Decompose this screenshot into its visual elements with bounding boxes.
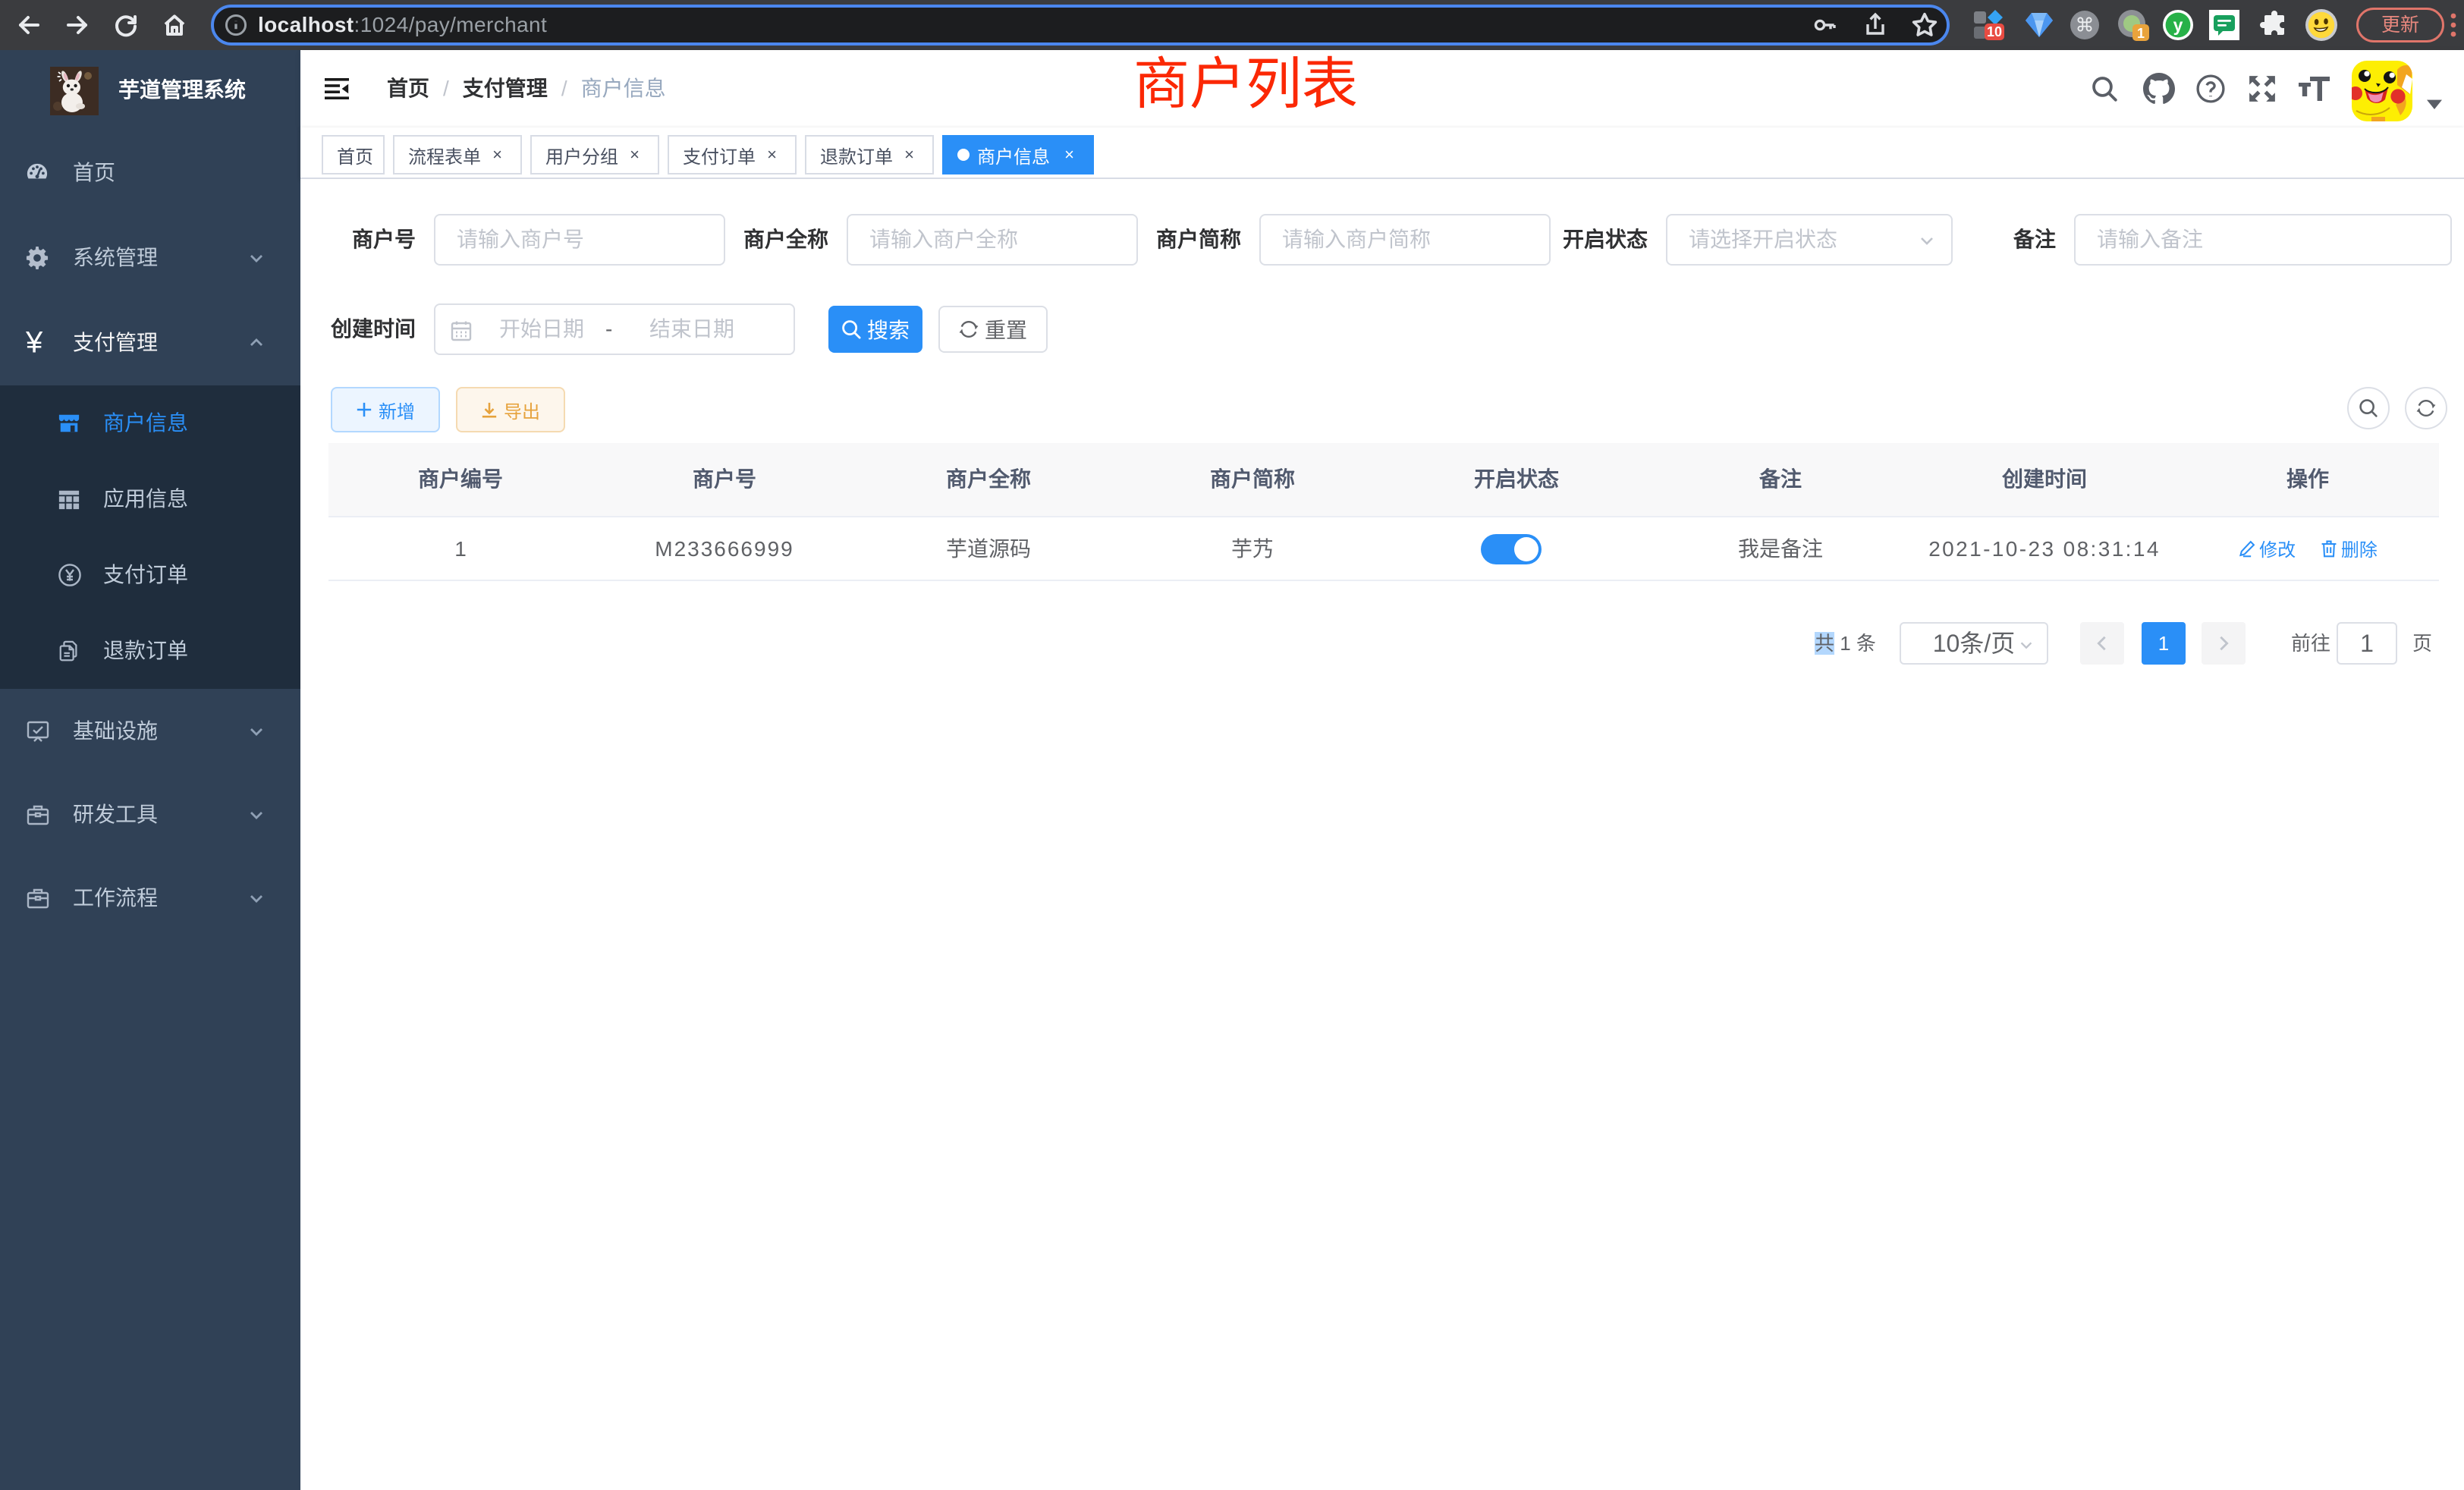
svg-text:1: 1 xyxy=(2137,26,2145,41)
svg-text:10: 10 xyxy=(1987,24,2002,39)
svg-text:y: y xyxy=(2173,15,2183,35)
svg-text:⌘: ⌘ xyxy=(2076,15,2095,36)
